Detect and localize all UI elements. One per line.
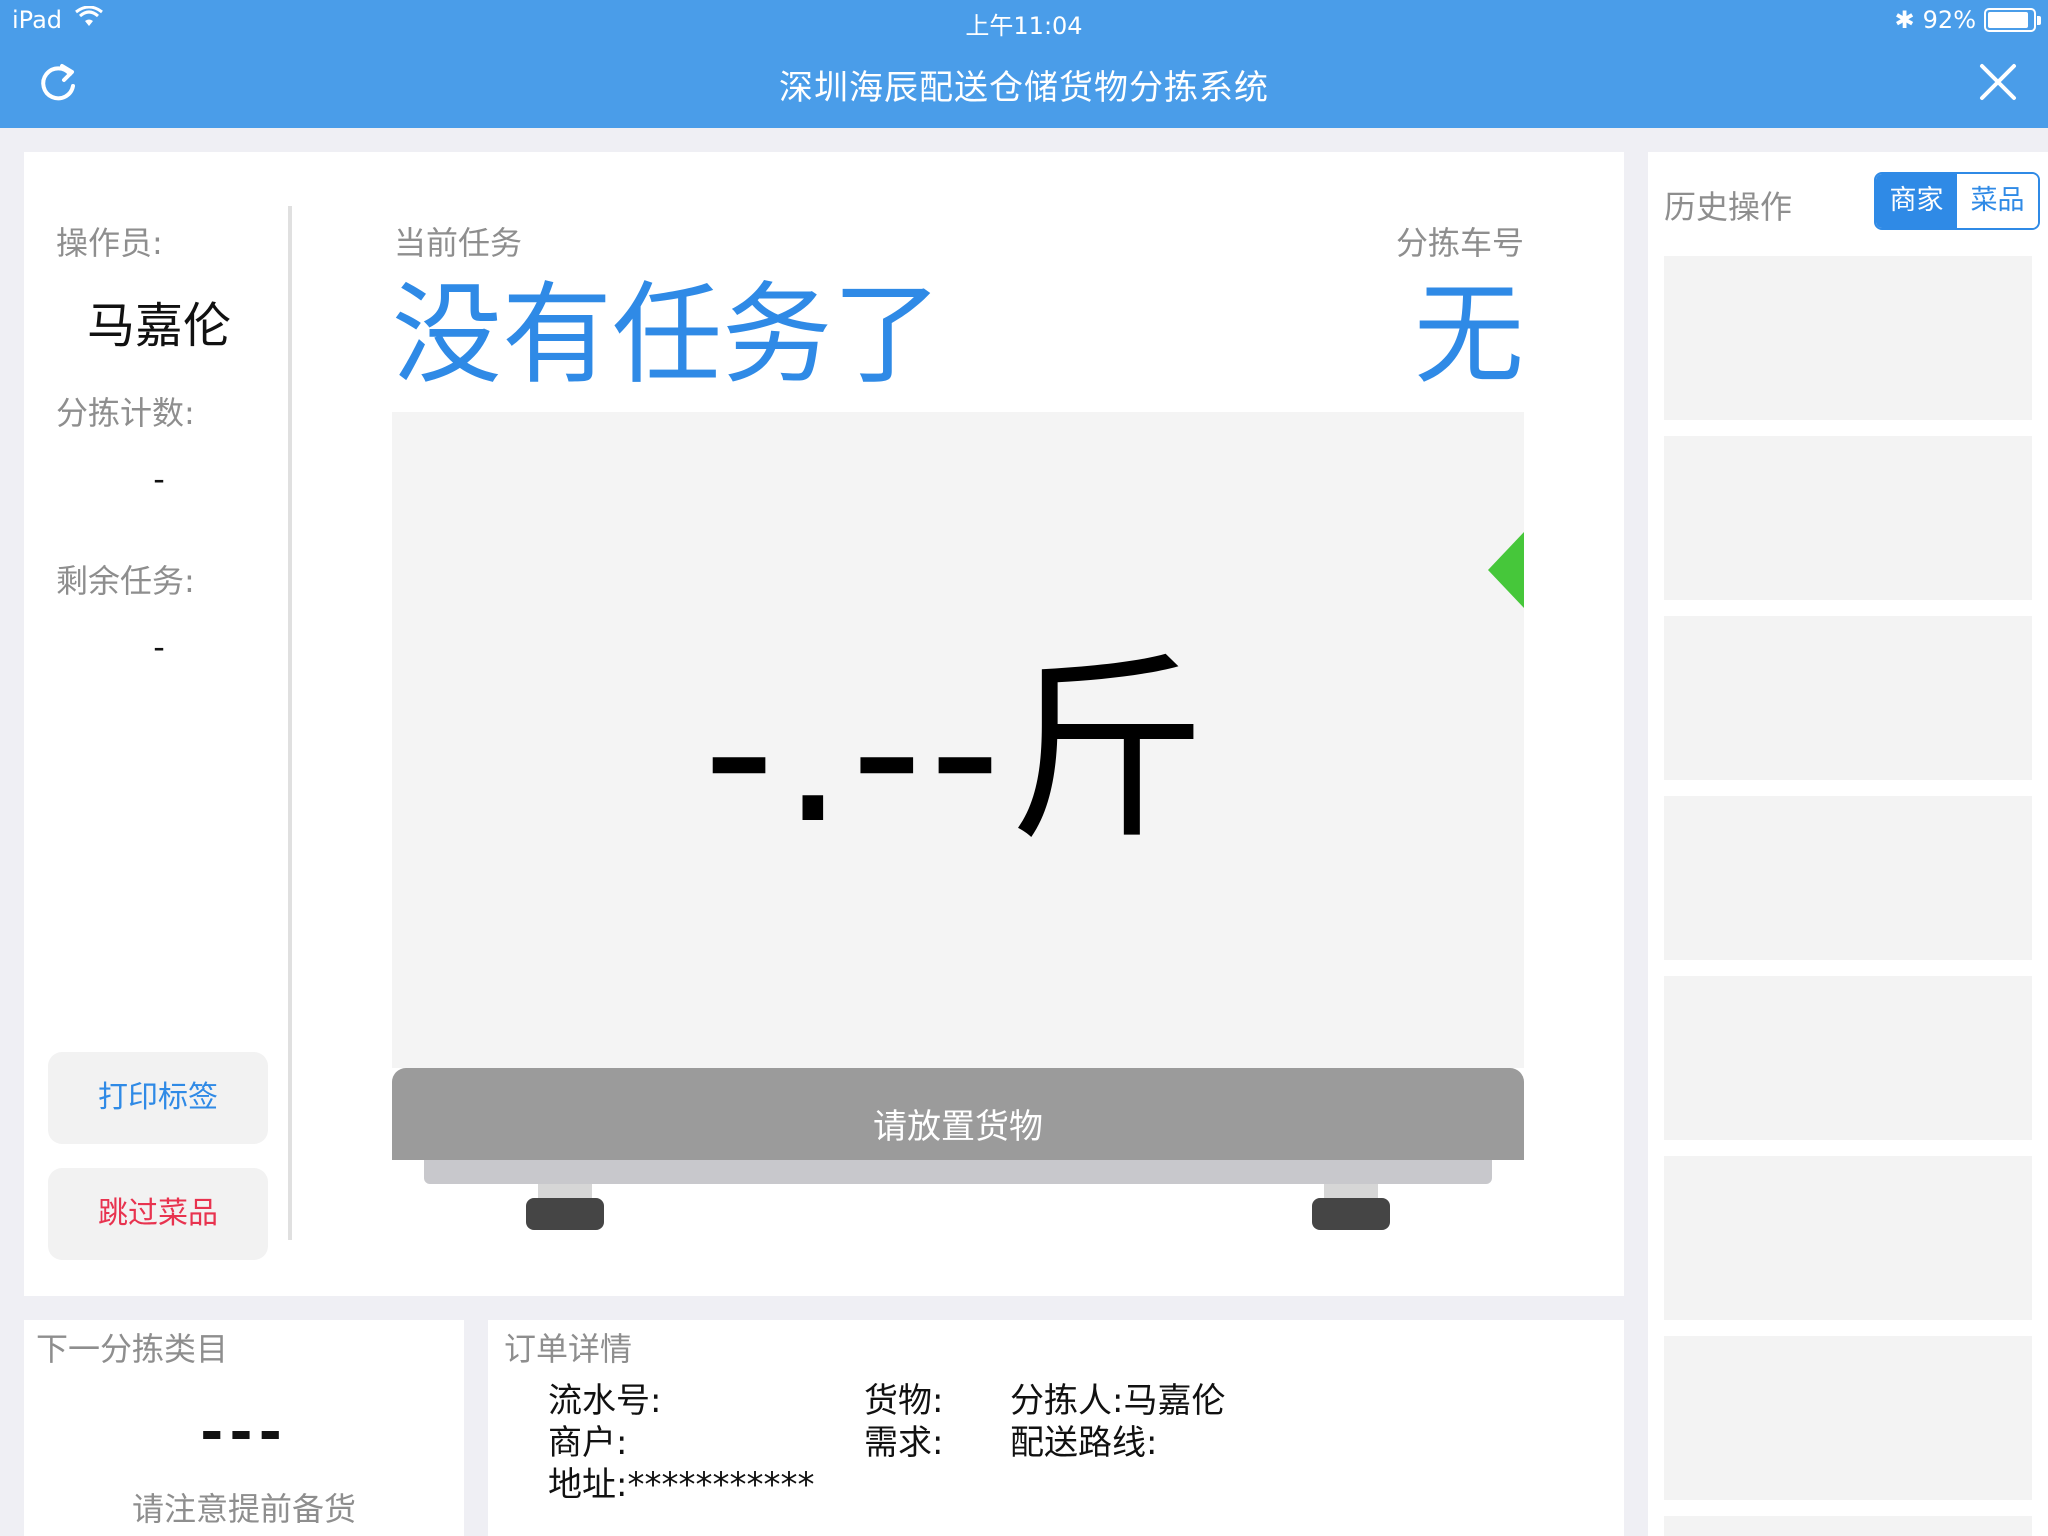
order-merchant: 商户: bbox=[548, 1423, 628, 1463]
next-category-value: --- bbox=[200, 1400, 288, 1465]
scale-prompt: 请放置货物 bbox=[392, 1068, 1524, 1160]
order-details-title: 订单详情 bbox=[504, 1330, 633, 1368]
scale-base bbox=[424, 1160, 1492, 1184]
count-label: 分拣计数: bbox=[56, 394, 195, 432]
scale-display: -.--斤 bbox=[392, 412, 1524, 1068]
weight-readout: -.--斤 bbox=[702, 635, 1214, 868]
cart-number-label: 分拣车号 bbox=[1395, 224, 1524, 262]
operator-value: 马嘉伦 bbox=[86, 298, 231, 354]
count-value: - bbox=[153, 460, 165, 498]
history-card[interactable] bbox=[1664, 256, 2032, 420]
order-address: 地址:*********** bbox=[548, 1465, 815, 1505]
close-icon[interactable] bbox=[1978, 62, 2018, 102]
history-card[interactable] bbox=[1664, 1156, 2032, 1320]
history-card[interactable] bbox=[1664, 1336, 2032, 1500]
order-route: 配送路线: bbox=[1010, 1423, 1158, 1463]
next-category-note: 请注意提前备货 bbox=[131, 1490, 356, 1528]
order-details-panel: 订单详情 流水号: 商户: 地址:*********** 货物: 需求: 分拣人… bbox=[488, 1320, 1624, 1536]
history-card[interactable] bbox=[1664, 976, 2032, 1140]
sidebar-divider bbox=[288, 206, 292, 1240]
indicator-arrow-icon bbox=[1488, 532, 1524, 608]
status-time: 上午11:04 bbox=[965, 12, 1083, 40]
skip-dish-button[interactable]: 跳过菜品 bbox=[48, 1168, 268, 1260]
history-card[interactable] bbox=[1664, 616, 2032, 780]
remaining-value: - bbox=[153, 628, 165, 666]
history-segment-control: 商家 菜品 bbox=[1874, 172, 2040, 230]
next-category-title: 下一分拣类目 bbox=[36, 1330, 229, 1368]
battery-icon bbox=[1984, 8, 2041, 32]
current-task-label: 当前任务 bbox=[394, 224, 523, 262]
print-label-button[interactable]: 打印标签 bbox=[48, 1052, 268, 1144]
bluetooth-icon: ✱ bbox=[1894, 6, 1915, 34]
history-panel: 历史操作 商家 菜品 bbox=[1648, 152, 2048, 1536]
history-title: 历史操作 bbox=[1664, 188, 1793, 226]
history-card[interactable] bbox=[1664, 796, 2032, 960]
segment-merchant[interactable]: 商家 bbox=[1876, 174, 1957, 228]
current-task-value: 没有任务了 bbox=[392, 271, 942, 399]
order-demand: 需求: bbox=[864, 1423, 944, 1463]
battery-percent: 92% bbox=[1922, 6, 1976, 34]
scale-foot-left bbox=[526, 1198, 604, 1230]
status-right: ✱ 92% bbox=[1894, 6, 2041, 34]
scale-leg-left bbox=[538, 1184, 592, 1198]
segment-dish[interactable]: 菜品 bbox=[1957, 174, 2038, 228]
operator-label: 操作员: bbox=[56, 224, 163, 262]
next-category-panel: 下一分拣类目 --- 请注意提前备货 bbox=[24, 1320, 464, 1536]
history-card[interactable] bbox=[1664, 1516, 2032, 1536]
remaining-label: 剩余任务: bbox=[56, 562, 195, 600]
order-goods: 货物: bbox=[864, 1381, 944, 1421]
top-bar: iPad 上午11:04 ✱ 92% 深圳海辰配送仓储货物分拣系统 bbox=[0, 0, 2048, 128]
order-sorter: 分拣人:马嘉伦 bbox=[1010, 1381, 1226, 1421]
history-card[interactable] bbox=[1664, 436, 2032, 600]
order-serial: 流水号: bbox=[548, 1381, 662, 1421]
page-title: 深圳海辰配送仓储货物分拣系统 bbox=[779, 68, 1269, 108]
status-bar: iPad 上午11:04 ✱ 92% bbox=[0, 0, 2048, 40]
cart-number-value: 无 bbox=[1414, 271, 1524, 399]
main-panel: 操作员: 马嘉伦 分拣计数: - 剩余任务: - 打印标签 跳过菜品 当前任务 … bbox=[24, 152, 1624, 1296]
scale-foot-right bbox=[1312, 1198, 1390, 1230]
scale-leg-right bbox=[1324, 1184, 1378, 1198]
